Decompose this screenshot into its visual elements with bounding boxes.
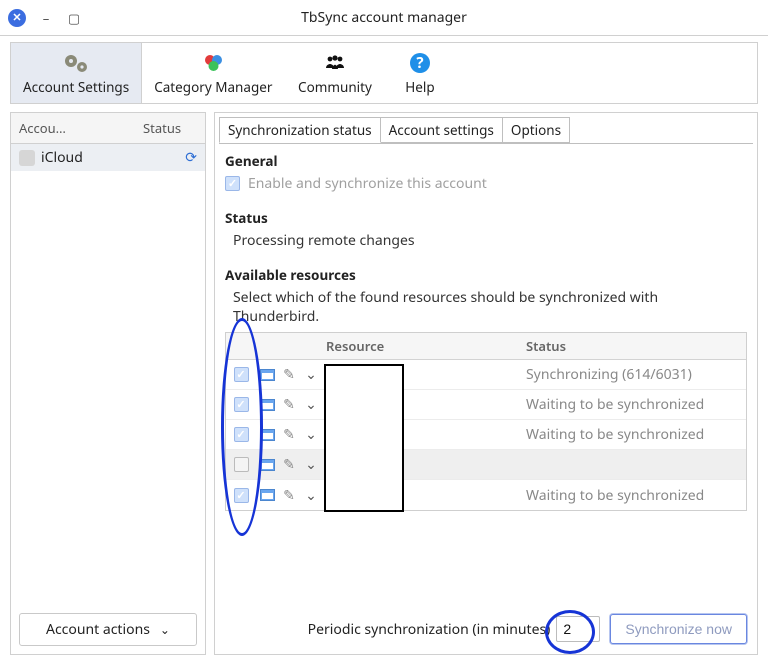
calendar-icon [260, 459, 275, 471]
window-minimize-button[interactable]: – [36, 8, 56, 28]
resource-row[interactable]: ✓ ✎ ⌄ Waiting to be synchronized [226, 390, 746, 420]
footer: Periodic synchronization (in minutes) Sy… [225, 614, 747, 644]
edit-icon[interactable]: ✎ [278, 365, 300, 384]
resource-status: Waiting to be synchronized [526, 486, 746, 505]
enable-account-checkbox[interactable]: ✓ [225, 176, 240, 191]
chevron-down-icon[interactable]: ⌄ [300, 365, 322, 384]
calendar-icon [260, 489, 275, 501]
col-resource: Resource [322, 333, 526, 359]
resources-table: Resource Status ✓ ✎ ⌄ Synchronizing (614… [225, 332, 747, 511]
synchronize-now-button[interactable]: Synchronize now [610, 614, 747, 644]
edit-icon[interactable]: ✎ [278, 455, 300, 474]
resource-row[interactable]: ✎ ⌄ ⚠ [226, 450, 746, 480]
periodic-sync-minutes-input[interactable] [556, 616, 600, 642]
enable-account-label: Enable and synchronize this account [248, 174, 487, 193]
window-maximize-button[interactable]: ▢ [64, 8, 84, 28]
main-panel: Synchronization status Account settings … [214, 112, 758, 655]
resource-checkbox[interactable] [234, 457, 249, 472]
toolbar-label: Account Settings [23, 78, 129, 96]
section-general: General [225, 152, 747, 170]
available-description: Select which of the found resources shou… [233, 288, 703, 326]
chevron-down-icon[interactable]: ⌄ [300, 425, 322, 444]
account-row[interactable]: iCloud ⟳ [11, 144, 205, 171]
svg-text:?: ? [416, 53, 423, 73]
chevron-down-icon[interactable]: ⌄ [300, 455, 322, 474]
refresh-icon[interactable]: ⟳ [185, 148, 197, 167]
titlebar: ✕ – ▢ TbSync account manager [0, 0, 768, 36]
resource-checkbox[interactable]: ✓ [234, 427, 249, 442]
resource-row[interactable]: ✓ ✎ ⌄ Waiting to be synchronized [226, 480, 746, 510]
tab-sync-status[interactable]: Synchronization status [219, 117, 381, 143]
toolbar-label: Help [405, 78, 434, 96]
toolbar-account-settings[interactable]: Account Settings [11, 43, 142, 103]
chevron-down-icon[interactable]: ⌄ [300, 486, 322, 505]
chevron-down-icon[interactable]: ⌄ [300, 395, 322, 414]
body-area: Accou… Status iCloud ⟳ Account actions ⌄… [0, 112, 768, 665]
calendar-icon [260, 399, 275, 411]
section-status: Status [225, 209, 747, 227]
sidebar-col-account: Accou… [11, 113, 135, 143]
resource-checkbox[interactable]: ✓ [234, 397, 249, 412]
apple-icon [19, 150, 35, 166]
help-icon: ? [408, 50, 432, 76]
warning-icon: ⚠ [330, 456, 342, 474]
tab-options[interactable]: Options [502, 117, 570, 143]
resource-checkbox[interactable]: ✓ [234, 488, 249, 503]
resource-status: Waiting to be synchronized [526, 395, 746, 414]
edit-icon[interactable]: ✎ [278, 486, 300, 505]
category-icon [199, 50, 227, 76]
toolbar-community[interactable]: Community [285, 43, 385, 103]
enable-account-row[interactable]: ✓ Enable and synchronize this account [225, 174, 747, 193]
account-actions-dropdown[interactable]: Account actions ⌄ [19, 613, 197, 646]
tab-content: General ✓ Enable and synchronize this ac… [215, 150, 757, 654]
account-name: iCloud [41, 148, 185, 167]
main-toolbar: Account Settings Category Manager Commun… [10, 42, 758, 104]
community-icon [321, 50, 349, 76]
col-status: Status [526, 333, 746, 359]
periodic-sync-label: Periodic synchronization (in minutes) [308, 620, 551, 639]
edit-icon[interactable]: ✎ [278, 425, 300, 444]
calendar-icon [260, 369, 275, 381]
sidebar-col-status: Status [135, 113, 205, 143]
resource-checkbox[interactable]: ✓ [234, 367, 249, 382]
toolbar-category-manager[interactable]: Category Manager [142, 43, 285, 103]
gears-icon [62, 50, 90, 76]
toolbar-help[interactable]: ? Help [385, 43, 455, 103]
resource-name: ⚠ [322, 456, 526, 474]
resources-header: Resource Status [226, 333, 746, 360]
chevron-down-icon: ⌄ [160, 621, 170, 638]
account-actions-label: Account actions [46, 620, 150, 639]
calendar-icon [260, 429, 275, 441]
tab-account-settings[interactable]: Account settings [380, 117, 503, 143]
sidebar-header: Accou… Status [11, 113, 205, 144]
window-close-button[interactable]: ✕ [8, 9, 26, 27]
toolbar-label: Category Manager [154, 78, 272, 96]
status-text: Processing remote changes [233, 231, 747, 250]
tabs: Synchronization status Account settings … [215, 113, 757, 143]
resource-row[interactable]: ✓ ✎ ⌄ Synchronizing (614/6031) [226, 360, 746, 390]
window-title: TbSync account manager [0, 8, 768, 27]
resource-status: Synchronizing (614/6031) [526, 365, 746, 384]
toolbar-label: Community [298, 78, 372, 96]
resource-row[interactable]: ✓ ✎ ⌄ Waiting to be synchronized [226, 420, 746, 450]
accounts-sidebar: Accou… Status iCloud ⟳ Account actions ⌄ [10, 112, 206, 655]
section-available: Available resources [225, 266, 747, 284]
resource-status: Waiting to be synchronized [526, 425, 746, 444]
edit-icon[interactable]: ✎ [278, 395, 300, 414]
